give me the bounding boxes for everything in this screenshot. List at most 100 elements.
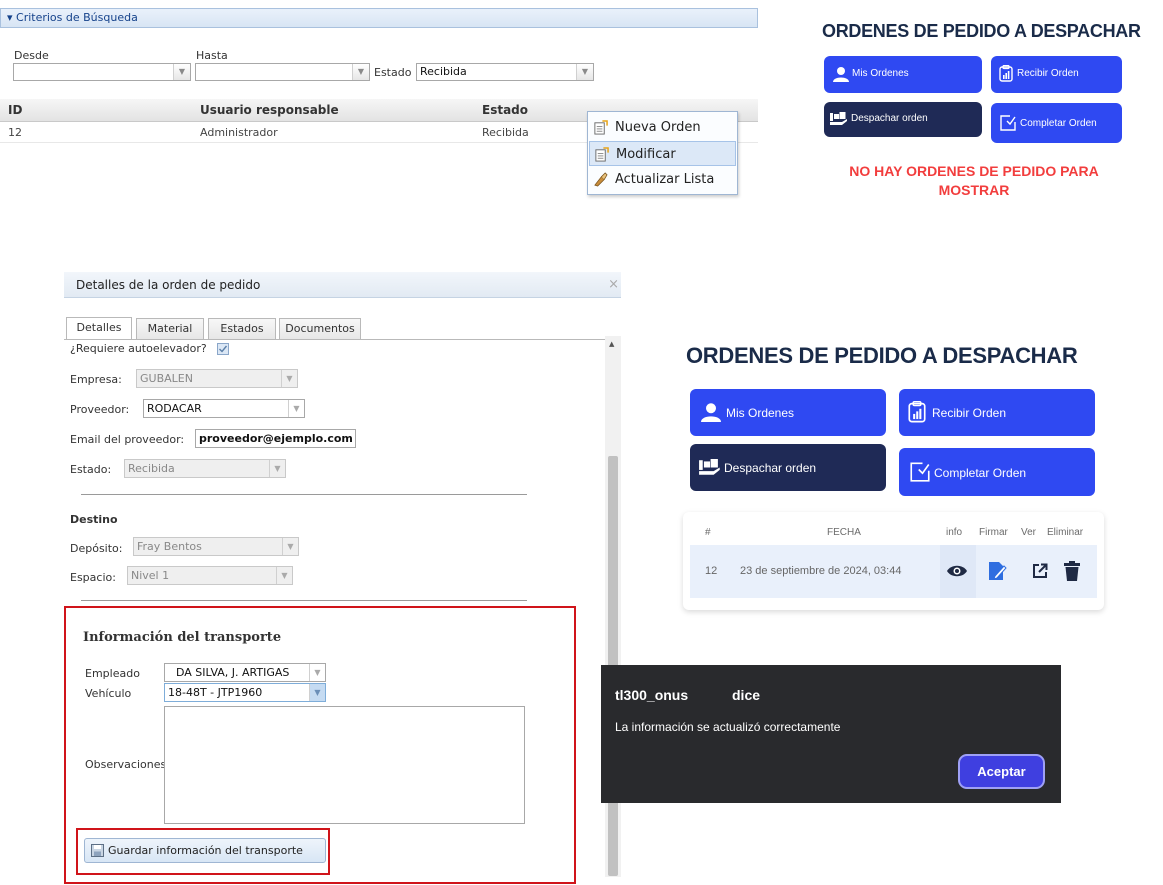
tab-documentos[interactable]: Documentos — [279, 318, 361, 339]
highlight-save-button — [76, 828, 330, 875]
column-eliminar: Eliminar — [1047, 527, 1084, 538]
despachar-orden-label: Despachar orden — [851, 113, 928, 124]
estado-detail-value: Recibida — [128, 462, 175, 475]
menu-item-label: Modificar — [616, 147, 676, 162]
espacio-value: Nivel 1 — [131, 569, 170, 582]
tab-estados[interactable]: Estados — [208, 318, 276, 339]
desde-label: Desde — [14, 49, 49, 62]
email-field[interactable]: proveedor@ejemplo.com — [195, 429, 356, 448]
hasta-field[interactable]: ▼ — [195, 63, 370, 81]
estado-label: Estado — [374, 66, 412, 79]
complete-check-icon — [910, 462, 930, 482]
scroll-up-icon[interactable]: ▲ — [609, 340, 614, 348]
column-num: # — [705, 527, 711, 538]
recibir-orden-button[interactable]: Recibir Orden — [899, 389, 1095, 436]
column-id[interactable]: ID — [8, 103, 22, 117]
order-details-window: Detalles de la orden de pedido × Detalle… — [64, 272, 621, 885]
row-estado: Recibida — [482, 126, 529, 139]
espacio-select[interactable]: Nivel 1 ▼ — [127, 566, 293, 585]
despachar-orden-button-small[interactable]: Despachar orden — [824, 102, 982, 137]
chevron-down-icon[interactable]: ▼ — [281, 370, 297, 387]
despachar-orden-button[interactable]: Despachar orden — [690, 444, 886, 491]
mis-ordenes-label: Mis Ordenes — [852, 68, 909, 79]
menu-item-modificar[interactable]: Modificar — [589, 141, 736, 166]
estado-select[interactable]: Recibida ▼ — [416, 63, 594, 81]
chevron-down-icon[interactable]: ▼ — [173, 64, 190, 80]
column-estado[interactable]: Estado — [482, 103, 528, 117]
espacio-label: Espacio: — [70, 571, 116, 584]
close-icon[interactable]: × — [608, 272, 619, 298]
new-order-icon — [594, 120, 608, 135]
aceptar-button[interactable]: Aceptar — [958, 754, 1045, 789]
autoelevador-checkbox[interactable] — [217, 343, 229, 355]
empresa-select[interactable]: GUBALEN ▼ — [136, 369, 298, 388]
dispatch-title-small: ORDENES DE PEDIDO A DESPACHAR — [822, 21, 1141, 41]
deposito-label: Depósito: — [70, 542, 123, 555]
completar-orden-button-small[interactable]: Completar Orden — [991, 103, 1122, 143]
column-usuario[interactable]: Usuario responsable — [200, 103, 339, 117]
user-icon — [701, 403, 721, 422]
destino-heading: Destino — [70, 513, 118, 526]
dispatch-boxes-icon — [699, 459, 720, 475]
chevron-down-icon[interactable]: ▼ — [276, 567, 292, 584]
column-fecha: FECHA — [827, 527, 861, 538]
mis-ordenes-label: Mis Ordenes — [726, 406, 795, 420]
check-icon — [219, 345, 228, 353]
column-info: info — [946, 527, 963, 538]
mis-ordenes-button[interactable]: Mis Ordenes — [690, 389, 886, 436]
context-menu: Nueva Orden Modificar Actualizar Lista — [587, 111, 738, 195]
email-value: proveedor@ejemplo.com — [199, 432, 353, 445]
table-row[interactable]: 12 23 de septiembre de 2024, 03:44 — [690, 545, 1097, 598]
estado-select-value: Recibida — [420, 65, 467, 78]
complete-check-icon — [1000, 115, 1016, 131]
search-criteria-header[interactable]: ▾ Criterios de Búsqueda — [0, 8, 758, 28]
tab-detalles[interactable]: Detalles — [66, 317, 132, 340]
empresa-value: GUBALEN — [140, 372, 193, 385]
chevron-down-icon[interactable]: ▼ — [352, 64, 369, 80]
window-title: Detalles de la orden de pedido × — [64, 272, 621, 298]
despachar-orden-label: Despachar orden — [724, 461, 817, 475]
estado-detail-label: Estado: — [70, 463, 112, 476]
proveedor-value: RODACAR — [147, 402, 202, 415]
mis-ordenes-button-small[interactable]: Mis Ordenes — [824, 56, 982, 93]
alert-dialog: tl300_onus dice La información se actual… — [601, 665, 1061, 803]
row-fecha: 23 de septiembre de 2024, 03:44 — [740, 565, 902, 577]
trash-icon[interactable] — [1064, 561, 1080, 581]
autoelevador-label: ¿Requiere autoelevador? — [70, 342, 207, 355]
row-id: 12 — [8, 126, 22, 139]
refresh-icon — [594, 172, 608, 187]
eye-icon[interactable] — [947, 564, 967, 578]
dispatch-orders-table: # FECHA info Firmar Ver Eliminar 12 23 d… — [683, 512, 1104, 610]
recibir-orden-label: Recibir Orden — [932, 406, 1007, 420]
alert-message: La información se actualizó correctament… — [615, 720, 841, 734]
chevron-down-icon[interactable]: ▼ — [576, 64, 593, 80]
tab-material[interactable]: Material — [136, 318, 204, 339]
desde-field[interactable]: ▼ — [13, 63, 191, 81]
completar-orden-button[interactable]: Completar Orden — [899, 448, 1095, 496]
empty-orders-message: NO HAY ORDENES DE PEDIDO PARA MOSTRAR — [849, 163, 1099, 198]
deposito-select[interactable]: Fray Bentos ▼ — [133, 537, 299, 556]
deposito-value: Fray Bentos — [137, 540, 202, 553]
edit-order-icon — [595, 147, 609, 162]
menu-item-nueva-orden[interactable]: Nueva Orden — [589, 115, 736, 140]
section-divider — [81, 600, 527, 601]
chevron-down-icon[interactable]: ▼ — [269, 460, 285, 477]
window-title-text: Detalles de la orden de pedido — [76, 278, 261, 292]
clipboard-chart-icon — [908, 401, 926, 423]
completar-orden-label: Completar Orden — [1020, 118, 1097, 129]
column-ver: Ver — [1021, 527, 1037, 538]
dispatch-title-large: ORDENES DE PEDIDO A DESPACHAR — [686, 343, 1078, 368]
alert-says: dice — [732, 687, 761, 703]
completar-orden-label: Completar Orden — [934, 466, 1027, 480]
menu-item-actualizar-lista[interactable]: Actualizar Lista — [589, 167, 736, 192]
proveedor-select[interactable]: RODACAR ▼ — [143, 399, 305, 418]
estado-detail-select[interactable]: Recibida ▼ — [124, 459, 286, 478]
external-link-icon[interactable] — [1032, 563, 1048, 579]
hasta-label: Hasta — [196, 49, 228, 62]
sign-document-icon[interactable] — [987, 561, 1007, 581]
chevron-down-icon[interactable]: ▼ — [282, 538, 298, 555]
recibir-orden-button-small[interactable]: Recibir Orden — [991, 56, 1122, 93]
chevron-down-icon[interactable]: ▼ — [288, 400, 304, 417]
section-divider — [81, 494, 527, 495]
proveedor-label: Proveedor: — [70, 403, 130, 416]
